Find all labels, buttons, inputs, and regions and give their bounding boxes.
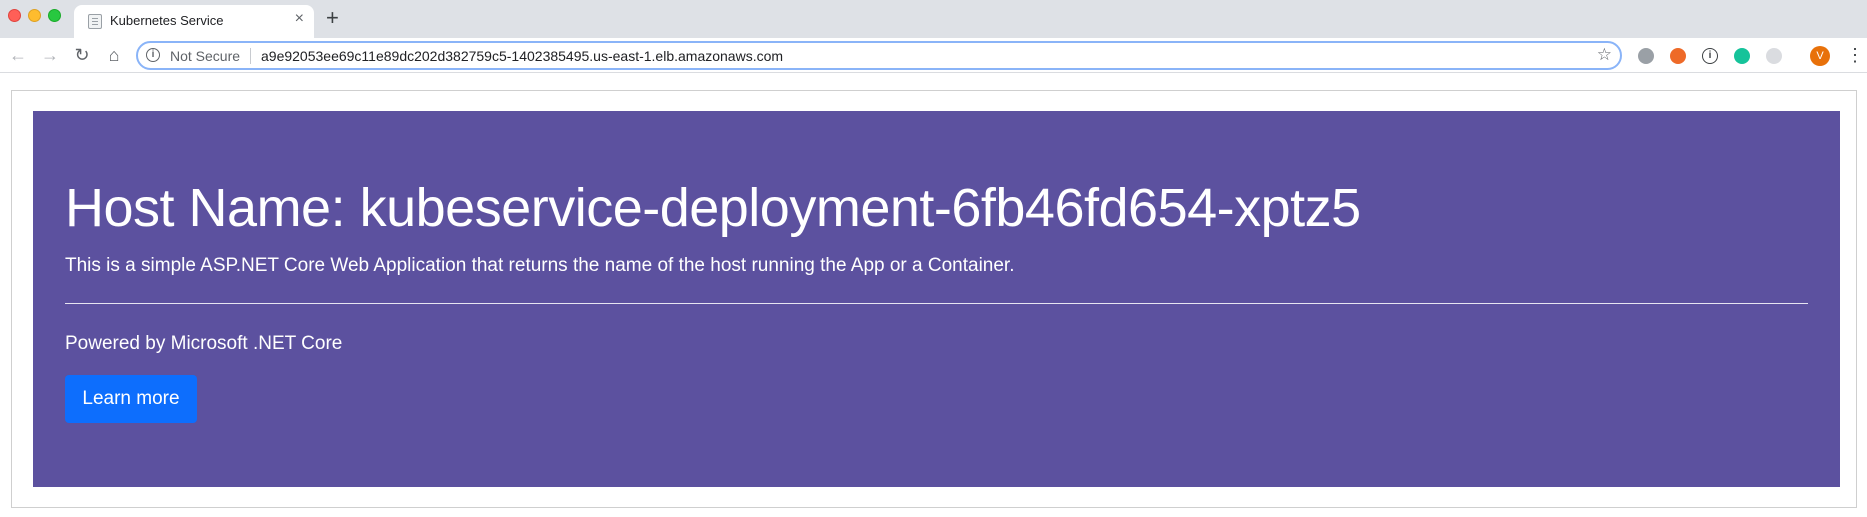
security-label[interactable]: Not Secure: [170, 48, 240, 64]
browser-toolbar: ← → ↻ ⌂ i Not Secure a9e92053ee69c11e89d…: [0, 38, 1867, 73]
extension-1-icon[interactable]: [1638, 48, 1654, 64]
maximize-window-button[interactable]: [48, 9, 61, 22]
lead-text: This is a simple ASP.NET Core Web Applic…: [65, 255, 1015, 276]
url-text[interactable]: a9e92053ee69c11e89dc202d382759c5-1402385…: [261, 48, 783, 64]
reload-button[interactable]: ↻: [70, 43, 94, 67]
star-icon[interactable]: ☆: [1597, 45, 1612, 65]
minimize-window-button[interactable]: [28, 9, 41, 22]
profile-avatar[interactable]: V: [1810, 46, 1830, 66]
divider: [65, 303, 1808, 304]
jumbotron: Host Name: kubeservice-deployment-6fb46f…: [33, 111, 1840, 487]
page-container: Host Name: kubeservice-deployment-6fb46f…: [11, 90, 1857, 508]
omnibox-divider: [250, 48, 251, 64]
new-tab-button[interactable]: +: [326, 6, 339, 30]
tab-close-icon[interactable]: ×: [295, 11, 304, 27]
info-icon[interactable]: i: [146, 48, 160, 62]
grammarly-icon[interactable]: [1734, 48, 1750, 64]
tab-strip: Kubernetes Service × +: [0, 0, 1867, 38]
close-window-button[interactable]: [8, 9, 21, 22]
extension-2-icon[interactable]: [1670, 48, 1686, 64]
kebab-menu-icon[interactable]: ⋮: [1846, 44, 1864, 66]
forward-button[interactable]: →: [38, 43, 62, 67]
home-button[interactable]: ⌂: [102, 43, 126, 67]
back-button[interactable]: ←: [6, 43, 30, 67]
tab-title: Kubernetes Service: [110, 13, 224, 28]
learn-more-button[interactable]: Learn more: [65, 375, 197, 423]
document-icon: [88, 14, 102, 29]
extension-3-icon[interactable]: i: [1702, 48, 1718, 64]
extension-5-icon[interactable]: [1766, 48, 1782, 64]
browser-tab[interactable]: Kubernetes Service ×: [74, 5, 314, 38]
powered-by-text: Powered by Microsoft .NET Core: [65, 333, 343, 354]
host-name-heading: Host Name: kubeservice-deployment-6fb46f…: [65, 178, 1361, 238]
address-bar[interactable]: i Not Secure a9e92053ee69c11e89dc202d382…: [136, 41, 1622, 70]
